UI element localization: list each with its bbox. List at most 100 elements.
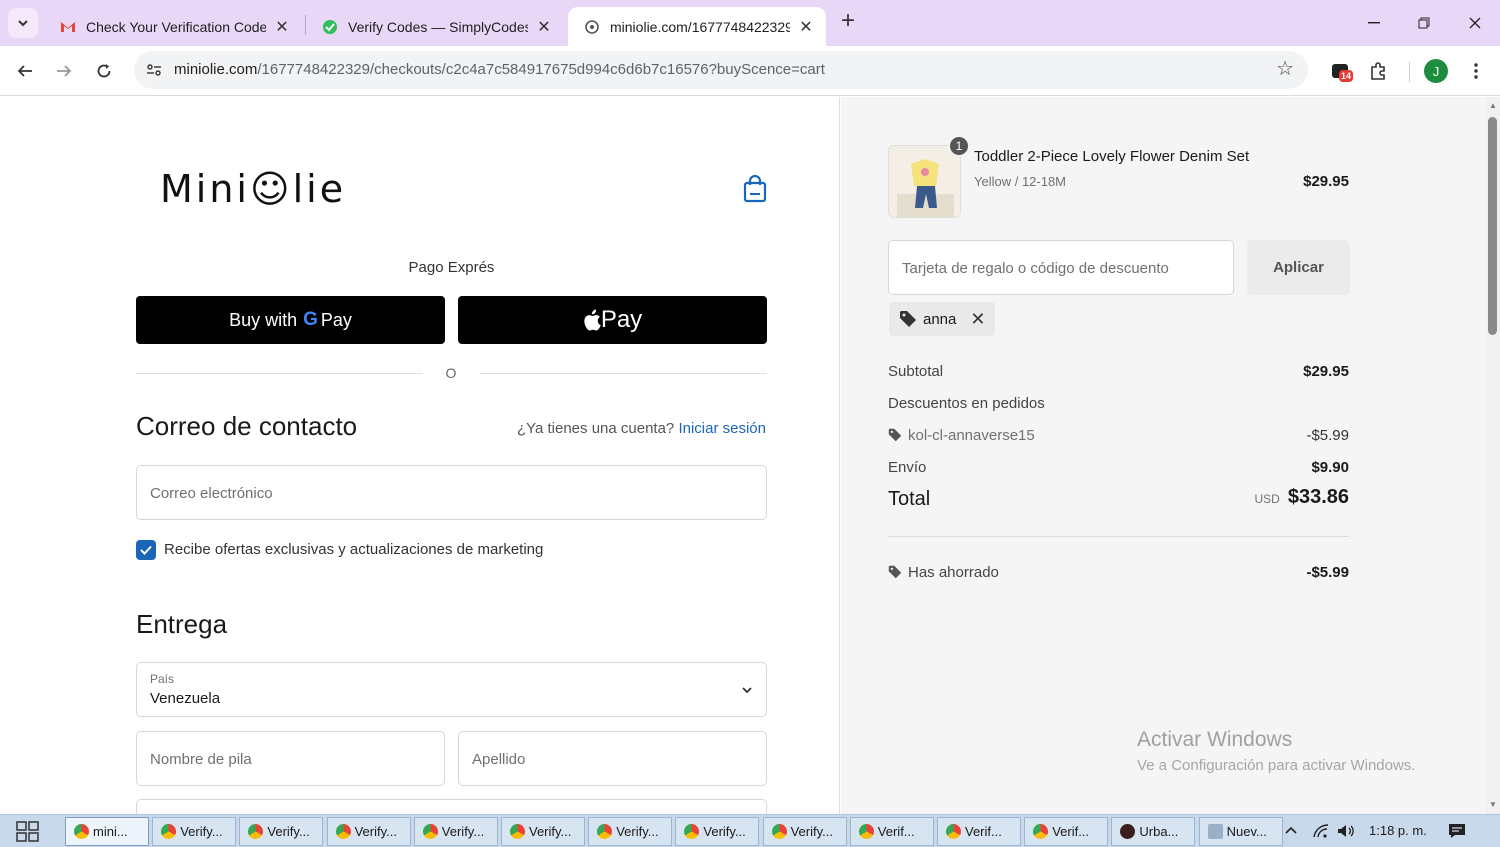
close-icon[interactable]: ✕ [534,17,554,37]
notepad-icon [1207,824,1223,839]
first-name-field[interactable]: Nombre de pila [136,731,445,786]
gmail-icon [60,19,76,35]
close-window-button[interactable] [1450,0,1500,46]
tab-search-button[interactable] [8,8,38,38]
discount-code-input[interactable]: Tarjeta de regalo o código de descuento [888,240,1234,295]
chrome-icon [597,824,613,839]
forward-button[interactable] [48,55,80,87]
apply-discount-button[interactable]: Aplicar [1247,240,1350,295]
apple-pay-button[interactable]: Pay [458,296,767,344]
extensions-menu-button[interactable] [1363,56,1393,86]
app-icon [1120,824,1136,839]
profile-button[interactable]: J [1421,56,1451,86]
volume-icon[interactable] [1336,823,1356,839]
taskbar-button[interactable]: Urba... [1111,817,1196,846]
applepay-label: Pay [600,306,643,333]
forward-arrow-icon [57,65,72,77]
tab-gmail[interactable]: Check Your Verification Code - ✕ [44,7,302,46]
account-question: ¿Ya tienes una cuenta? [516,420,675,437]
product-thumbnail [888,145,961,218]
taskbar-button[interactable]: Verify... [675,817,760,846]
extension-button[interactable]: 14 [1325,56,1355,86]
close-icon[interactable]: ✕ [272,17,292,37]
discount-code-label: kol-cl-annaverse15 [908,427,1035,444]
site-info-icon[interactable] [142,58,166,82]
quantity-badge: 1 [948,135,970,157]
country-select[interactable]: País Venezuela [136,662,767,717]
notifications-icon[interactable] [1448,823,1466,839]
taskbar-button[interactable]: Verify... [501,817,585,846]
wifi-icon[interactable] [1312,823,1330,839]
new-tab-button[interactable]: + [836,9,860,34]
taskbar-button[interactable]: Verify... [326,817,411,846]
restore-button[interactable] [1399,0,1449,46]
product-variant: Yellow / 12-18M [974,174,1067,189]
taskbar-button[interactable]: Verif... [1024,817,1109,846]
taskbar-button[interactable]: Verify... [762,817,847,846]
tray-chevron-up-icon[interactable] [1284,825,1298,835]
address-bar[interactable]: miniolie.com/1677748422329/checkouts/c2c… [134,51,1308,89]
chrome-icon [684,824,700,839]
chevron-down-icon [18,20,28,27]
taskbar-button[interactable]: Nuev... [1198,817,1283,846]
order-discounts-row: Descuentos en pedidos [888,395,1349,412]
or-label: O [445,365,457,381]
summary-separator [888,536,1349,537]
taskbar-button[interactable]: Verify... [588,817,673,846]
taskbar-button[interactable]: mini... [65,817,149,846]
account-prompt: ¿Ya tienes una cuenta? Iniciar sesión [517,420,766,437]
chrome-icon [510,824,525,839]
back-button[interactable] [9,55,41,87]
reload-button[interactable] [88,55,120,87]
subtotal-label: Subtotal [888,363,944,380]
taskbar-button[interactable]: Verify... [413,817,498,846]
taskbar-button[interactable]: Verif... [849,817,934,846]
tab-simplycodes[interactable]: Verify Codes — SimplyCodes ✕ [306,7,564,46]
browser-menu-button[interactable] [1461,56,1491,86]
store-logo[interactable]: Mini☺lie [160,167,346,211]
taskbar-button-label: Verify... [180,824,223,839]
bookmark-star-icon[interactable]: ☆ [1276,59,1294,79]
scroll-down-icon[interactable]: ▼ [1488,800,1498,809]
product-image [889,146,960,217]
taskbar-button[interactable]: Verify... [239,817,324,846]
extension-badge: 14 [1339,70,1354,82]
marketing-checkbox[interactable] [136,540,156,560]
taskbar-button-label: Nuev... [1226,824,1267,839]
address-field[interactable] [136,799,767,814]
taskbar: mini... Verify... Verify... Verify... Verify… [0,814,1500,847]
close-icon[interactable]: ✕ [796,17,816,37]
chrome-icon [248,824,264,839]
email-field[interactable]: Correo electrónico [136,465,767,520]
taskbar-button-label: Verify... [529,824,572,839]
shopping-bag-icon[interactable] [742,175,768,203]
google-pay-button[interactable]: Buy with G Pay [136,296,445,344]
kebab-menu-icon [1474,63,1478,79]
tab-miniolie[interactable]: miniolie.com/1677748422329/c ✕ [568,7,826,46]
chrome-icon [161,824,177,839]
browser-toolbar: miniolie.com/1677748422329/checkouts/c2c… [0,46,1500,96]
taskbar-button[interactable]: Verif... [937,817,1021,846]
country-value: Venezuela [150,690,221,707]
taskbar-button[interactable]: Verify... [152,817,237,846]
url-host: miniolie.com [174,61,258,78]
scrollbar-thumb[interactable] [1488,117,1497,335]
minimize-icon [1368,22,1380,24]
last-name-field[interactable]: Apellido [458,731,767,786]
restore-icon [1418,17,1430,29]
marketing-label: Recibe ofertas exclusivas y actualizacio… [164,541,544,558]
total-row: Total USD $33.86 [888,486,1349,511]
scroll-up-icon[interactable]: ▲ [1488,101,1498,110]
taskbar-button-label: Verify... [790,824,833,839]
discount-code-row: kol-cl-annaverse15 -$5.99 [888,427,1349,444]
start-grid-icon[interactable] [16,821,40,843]
apple-logo-icon [584,309,601,331]
simplycodes-icon [322,19,338,35]
email-placeholder: Correo electrónico [150,485,273,502]
minimize-button[interactable] [1349,0,1399,46]
remove-code-icon[interactable]: ✕ [970,309,985,330]
total-amount: USD $33.86 [1254,486,1349,509]
login-link[interactable]: Iniciar sesión [678,420,766,437]
clock-time[interactable]: 1:18 p. m. [1369,823,1427,838]
chrome-icon [771,824,787,839]
